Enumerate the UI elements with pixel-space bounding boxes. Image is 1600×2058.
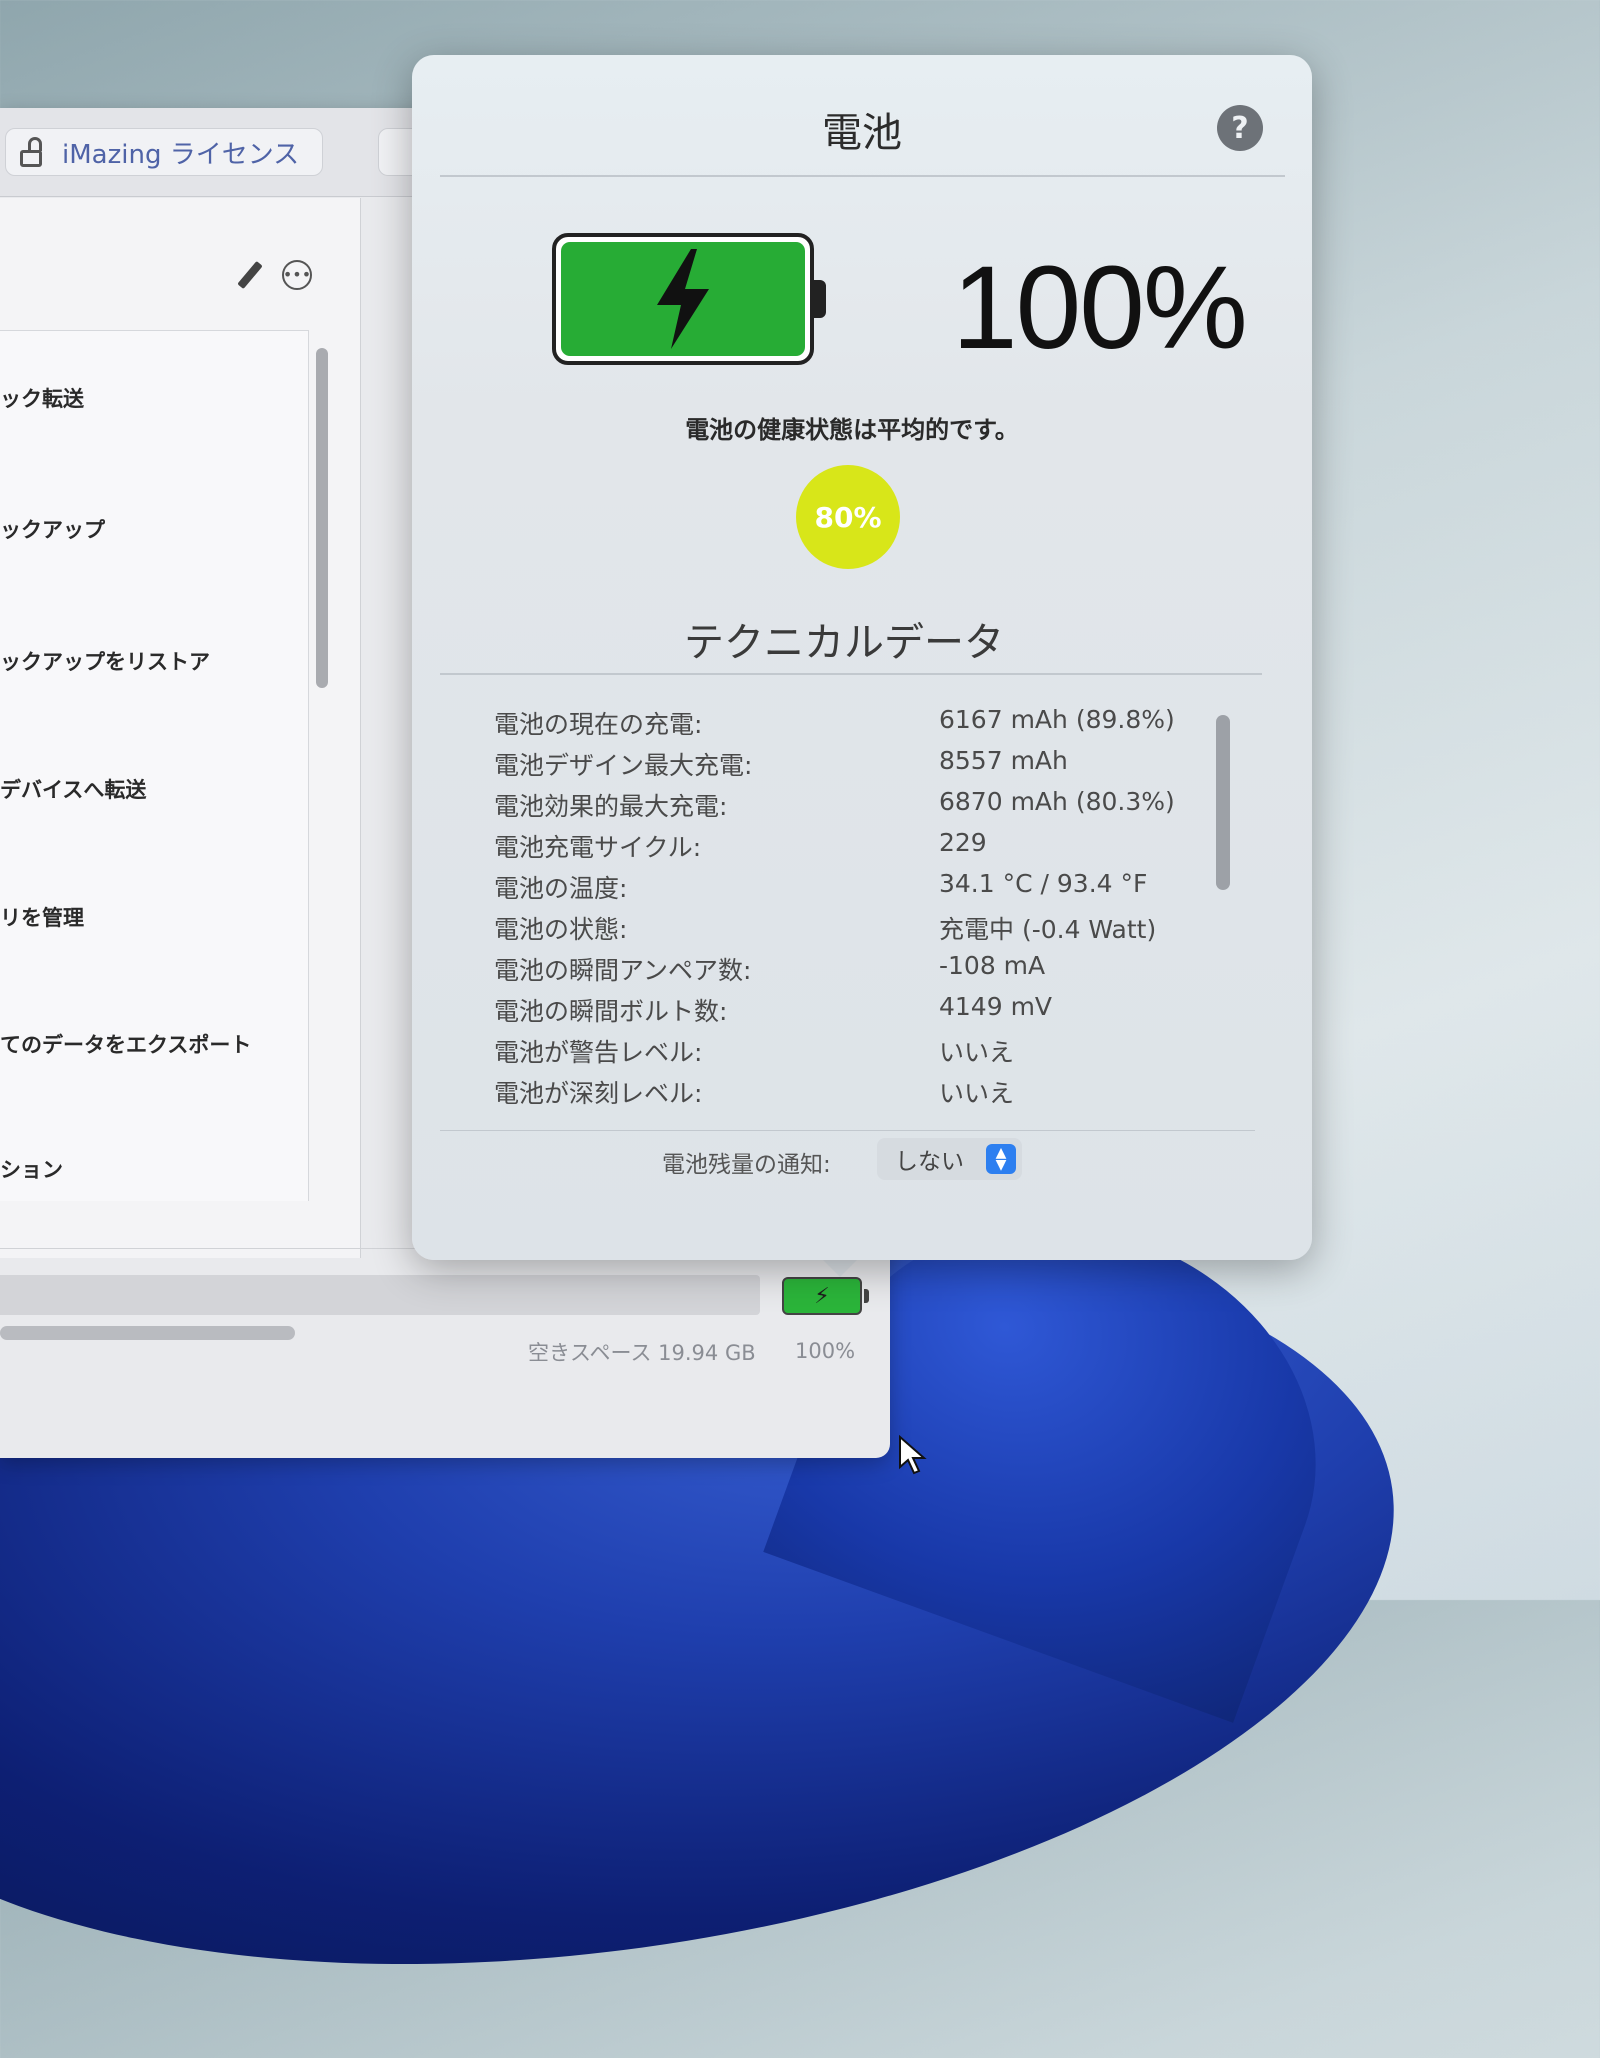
lightning-icon: ⚡ <box>814 1283 830 1309</box>
tech-row: 電池の瞬間アンペア数: -108 mA <box>494 951 1214 991</box>
lightning-icon <box>657 249 709 349</box>
tech-row-value: 充電中 (-0.4 Watt) <box>939 915 1157 944</box>
more-icon[interactable]: ••• <box>282 260 312 290</box>
license-button[interactable]: iMazing ライセンス <box>5 128 323 176</box>
popover-title: 電池 <box>822 110 902 156</box>
health-badge: 80% <box>796 465 900 569</box>
tech-row-label: 電池の瞬間アンペア数: <box>494 956 752 985</box>
battery-popover: 電池 ? 100% 電池の健康状態は平均的です。 80% テクニカルデータ 電池… <box>412 55 1312 1260</box>
cursor-icon <box>899 1435 927 1475</box>
tech-row-label: 電池が警告レベル: <box>494 1038 703 1067</box>
battery-tip <box>812 280 826 318</box>
footer-divider <box>440 1130 1255 1131</box>
sidebar-item[interactable]: デバイスへ転送 <box>0 774 146 804</box>
tech-row: 電池の瞬間ボルト数: 4149 mV <box>494 992 1214 1032</box>
tech-row-value: いいえ <box>939 1079 1015 1108</box>
tech-data-table: 電池の現在の充電: 6167 mAh (89.8%) 電池デザイン最大充電: 8… <box>494 705 1214 1160</box>
tech-row: 電池が深刻レベル: いいえ <box>494 1074 1214 1114</box>
tech-row-value: 34.1 °C / 93.4 °F <box>939 869 1148 898</box>
sidebar: ••• ック転送 ックアップ ックアップをリストア デバイスへ転送 リを管理 て… <box>0 198 361 1340</box>
tech-row: 電池が警告レベル: いいえ <box>494 1033 1214 1073</box>
sidebar-tools: ••• <box>234 260 312 290</box>
tech-row-value: 6870 mAh (80.3%) <box>939 787 1175 816</box>
storage-bar <box>0 1275 760 1315</box>
tech-row-label: 電池充電サイクル: <box>494 833 702 862</box>
tech-row-label: 電池の瞬間ボルト数: <box>494 997 728 1026</box>
tech-row-value: 229 <box>939 828 987 857</box>
sidebar-item[interactable]: リを管理 <box>0 902 84 932</box>
tech-row: 電池充電サイクル: 229 <box>494 828 1214 868</box>
tech-data-title: テクニカルデータ <box>684 620 1004 666</box>
tech-row: 電池の温度: 34.1 °C / 93.4 °F <box>494 869 1214 909</box>
sidebar-list: ック転送 ックアップ ックアップをリストア デバイスへ転送 リを管理 てのデータ… <box>0 330 309 1201</box>
lock-icon <box>20 137 48 167</box>
tech-data-scrollbar[interactable] <box>1216 715 1230 890</box>
notify-select[interactable]: しない ▲ ▼ <box>877 1138 1022 1180</box>
license-button-label: iMazing ライセンス <box>62 139 300 170</box>
sidebar-scrollbar[interactable] <box>316 348 328 688</box>
chevron-updown-icon: ▲ ▼ <box>986 1144 1016 1174</box>
sidebar-item[interactable]: てのデータをエクスポート <box>0 1029 251 1059</box>
tech-row-label: 電池が深刻レベル: <box>494 1079 703 1108</box>
sidebar-item[interactable]: ックアップをリストア <box>0 646 210 676</box>
tech-row: 電池デザイン最大充電: 8557 mAh <box>494 746 1214 786</box>
free-space-label: 空きスペース 19.94 GB <box>528 1341 756 1365</box>
charge-percent: 100% <box>952 242 1248 374</box>
tech-row-label: 電池効果的最大充電: <box>494 792 728 821</box>
notify-select-value: しない <box>895 1149 964 1175</box>
tech-row-label: 電池の状態: <box>494 915 628 944</box>
sidebar-item[interactable]: ック転送 <box>0 383 84 413</box>
health-text: 電池の健康状態は平均的です。 <box>685 416 1019 444</box>
tech-row: 電池の状態: 充電中 (-0.4 Watt) <box>494 910 1214 950</box>
tech-row-label: 電池デザイン最大充電: <box>494 751 753 780</box>
sidebar-item[interactable]: ション <box>0 1154 63 1184</box>
tech-row-label: 電池の温度: <box>494 874 628 903</box>
tech-row-label: 電池の現在の充電: <box>494 710 703 739</box>
battery-fill <box>561 242 805 356</box>
tech-row: 電池効果的最大充電: 6870 mAh (80.3%) <box>494 787 1214 827</box>
pencil-icon[interactable] <box>234 260 264 290</box>
tech-row-value: いいえ <box>939 1038 1015 1067</box>
tech-row: 電池の現在の充電: 6167 mAh (89.8%) <box>494 705 1214 745</box>
tech-row-value: -108 mA <box>939 951 1046 980</box>
tech-divider <box>440 673 1262 675</box>
title-divider <box>440 175 1285 177</box>
notify-label: 電池残量の通知: <box>662 1152 831 1178</box>
battery-icon <box>552 233 814 365</box>
sidebar-item[interactable]: ックアップ <box>0 514 105 544</box>
tech-row-value: 8557 mAh <box>939 746 1068 775</box>
status-battery-icon[interactable]: ⚡ <box>782 1277 862 1315</box>
status-battery-tip <box>864 1289 869 1303</box>
status-battery-percent: 100% <box>795 1339 856 1363</box>
status-bar: 空きスペース 19.94 GB ⚡ 100% <box>0 1248 890 1389</box>
help-icon[interactable]: ? <box>1217 105 1263 151</box>
tech-row-value: 4149 mV <box>939 992 1053 1021</box>
tech-row-value: 6167 mAh (89.8%) <box>939 705 1175 734</box>
